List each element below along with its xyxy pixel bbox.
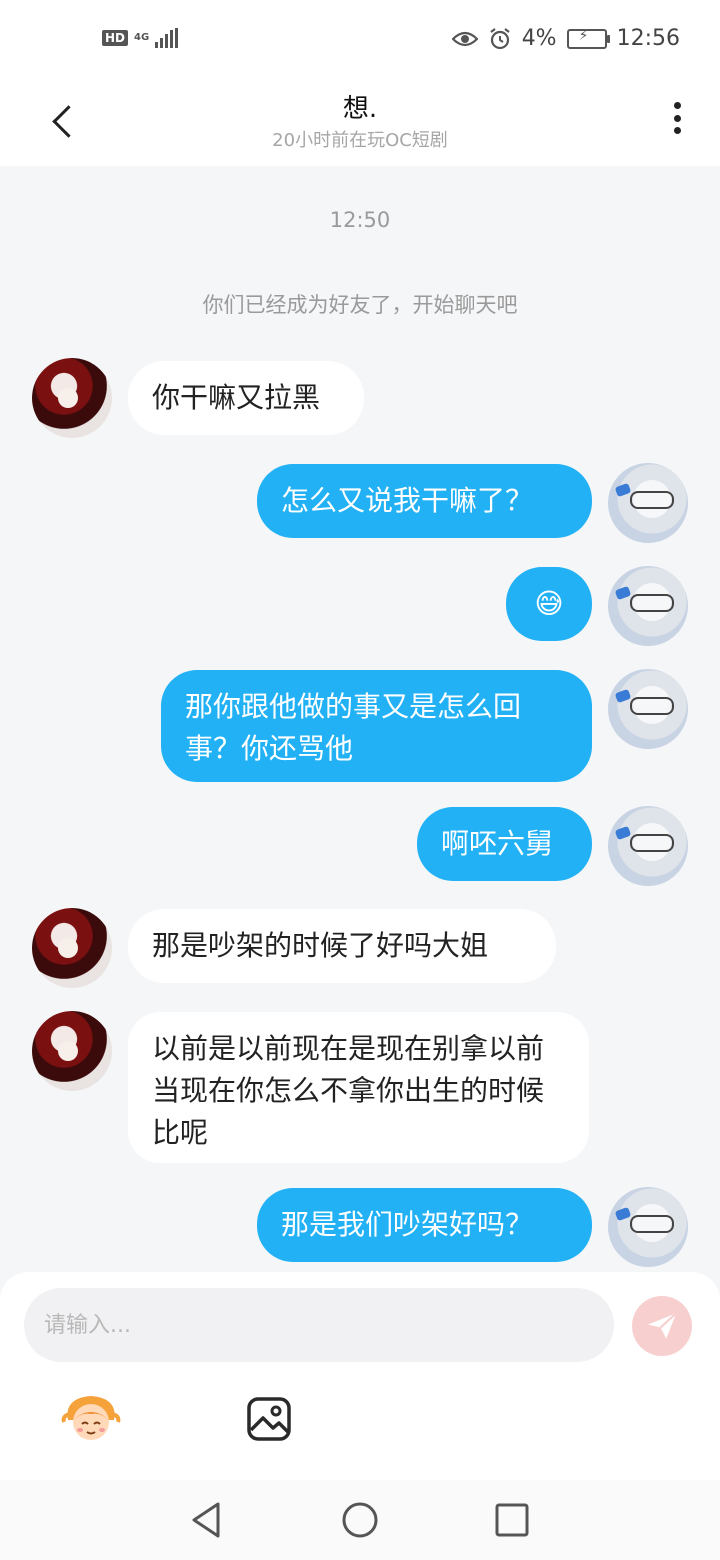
- more-vertical-icon[interactable]: [662, 98, 692, 138]
- contact-avatar[interactable]: [32, 1011, 112, 1091]
- message-bubble-outgoing[interactable]: 啊呸六舅: [417, 807, 592, 881]
- status-bar: HD 4G 4% ⚡ 12:56: [0, 0, 720, 80]
- contact-avatar[interactable]: [32, 358, 112, 438]
- my-avatar[interactable]: [608, 669, 688, 749]
- composer: [0, 1272, 720, 1480]
- message-bubble-incoming[interactable]: 你干嘛又拉黑: [128, 361, 364, 435]
- battery-icon: ⚡: [566, 28, 610, 49]
- battery-percent: 4%: [521, 26, 557, 51]
- my-avatar[interactable]: [608, 566, 688, 646]
- message-bubble-outgoing[interactable]: 怎么又说我干嘛了？: [257, 464, 592, 538]
- hd-badge: HD: [102, 30, 129, 46]
- status-right: 4% ⚡ 12:56: [451, 26, 680, 51]
- chat-header: 想. 20小时前在玩OC短剧: [0, 80, 720, 166]
- status-left: HD 4G: [102, 28, 179, 48]
- eye-icon: [451, 31, 478, 46]
- network-label: 4G: [134, 32, 150, 43]
- message-bubble-outgoing[interactable]: 那是我们吵架好吗？: [257, 1188, 592, 1262]
- message-bubble-incoming[interactable]: 那是吵架的时候了好吗大姐: [128, 909, 556, 983]
- message-bubble-incoming[interactable]: 以前是以前现在是现在别拿以前当现在你怎么不拿你出生的时候比呢: [128, 1012, 589, 1163]
- message-input[interactable]: [24, 1288, 614, 1362]
- signal-icon: [155, 28, 179, 48]
- contact-activity: 20小时前在玩OC短剧: [272, 130, 448, 151]
- character-emoji-button[interactable]: [60, 1390, 122, 1446]
- send-button[interactable]: [632, 1296, 692, 1356]
- triangle-back-icon[interactable]: [186, 1498, 230, 1542]
- my-avatar[interactable]: [608, 463, 688, 543]
- contact-avatar[interactable]: [32, 908, 112, 988]
- image-button[interactable]: [246, 1396, 292, 1442]
- message-bubble-outgoing[interactable]: 那你跟他做的事又是怎么回事？你还骂他: [161, 670, 592, 782]
- image-icon: [247, 1397, 291, 1441]
- square-recent-icon[interactable]: [490, 1498, 534, 1542]
- system-nav-bar: [0, 1480, 720, 1560]
- alarm-icon: [490, 27, 510, 49]
- my-avatar[interactable]: [608, 1187, 688, 1267]
- message-timestamp: 12:50: [329, 208, 391, 232]
- circle-home-icon[interactable]: [338, 1498, 382, 1542]
- message-bubble-outgoing[interactable]: 😅: [506, 567, 592, 641]
- send-icon: [647, 1312, 677, 1339]
- contact-name: 想.: [342, 94, 378, 124]
- system-notice: 你们已经成为好友了，开始聊天吧: [202, 293, 518, 317]
- my-avatar[interactable]: [608, 806, 688, 886]
- clock: 12:56: [616, 26, 680, 51]
- character-emoji-icon: [61, 1396, 121, 1440]
